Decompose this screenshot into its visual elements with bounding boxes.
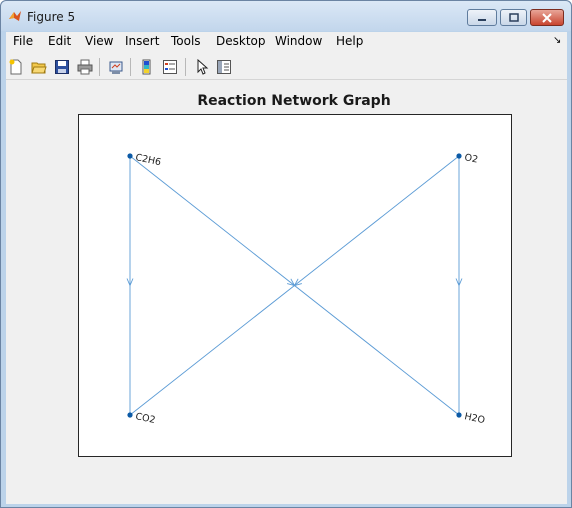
open-file-button[interactable] [29, 57, 49, 77]
print-button[interactable] [75, 57, 95, 77]
menu-file[interactable]: File [13, 34, 33, 48]
close-icon [542, 12, 552, 23]
print-icon [77, 59, 93, 75]
graph-node-h2o[interactable] [456, 412, 462, 418]
menu-help[interactable]: Help [336, 34, 363, 48]
link-plot-icon [109, 61, 123, 74]
new-figure-button[interactable] [6, 57, 26, 77]
property-inspector-button[interactable] [214, 57, 234, 77]
toolbar-separator [99, 58, 100, 76]
menu-tools[interactable]: Tools [171, 34, 201, 48]
title-bar[interactable]: Figure 5 [1, 1, 571, 31]
close-button[interactable] [530, 9, 564, 26]
graph-node-c2h6[interactable] [127, 153, 133, 159]
insert-legend-button[interactable] [160, 57, 180, 77]
menu-window[interactable]: Window [275, 34, 322, 48]
menu-desktop[interactable]: Desktop [216, 34, 266, 48]
toolbar [6, 54, 567, 80]
colorbar-icon [142, 59, 151, 75]
save-button[interactable] [52, 57, 72, 77]
minimize-icon [478, 18, 486, 21]
dock-arrow-icon[interactable]: ↘ [553, 35, 561, 46]
graph-node-co2[interactable] [127, 412, 133, 418]
save-icon [55, 60, 69, 74]
maximize-icon [508, 13, 519, 22]
legend-icon [163, 60, 177, 74]
toolbar-separator [185, 58, 186, 76]
pointer-icon [197, 59, 209, 75]
menu-view[interactable]: View [85, 34, 113, 48]
link-plot-button[interactable] [106, 57, 126, 77]
figure-window: Figure 5 File Edit View Insert Tools Des… [0, 0, 572, 508]
maximize-button[interactable] [500, 9, 527, 26]
minimize-button[interactable] [467, 9, 497, 26]
property-inspector-icon [217, 60, 231, 74]
toolbar-separator [130, 58, 131, 76]
matlab-logo-icon [9, 11, 21, 21]
edit-plot-button[interactable] [192, 57, 212, 77]
figure-client-area: File Edit View Insert Tools Desktop Wind… [6, 32, 567, 504]
network-graph[interactable]: C2H6 O2CO2 H2O [6, 81, 567, 504]
new-figure-icon [9, 59, 22, 75]
open-file-icon [31, 62, 47, 74]
insert-colorbar-button[interactable] [137, 57, 157, 77]
menu-insert[interactable]: Insert [125, 34, 159, 48]
window-title: Figure 5 [27, 10, 76, 24]
graph-node-o2[interactable] [456, 153, 462, 159]
menu-bar: File Edit View Insert Tools Desktop Wind… [6, 32, 567, 52]
menu-edit[interactable]: Edit [48, 34, 71, 48]
figure-canvas: Reaction Network Graph C2H6 O2 CO2 H2O [6, 81, 567, 504]
